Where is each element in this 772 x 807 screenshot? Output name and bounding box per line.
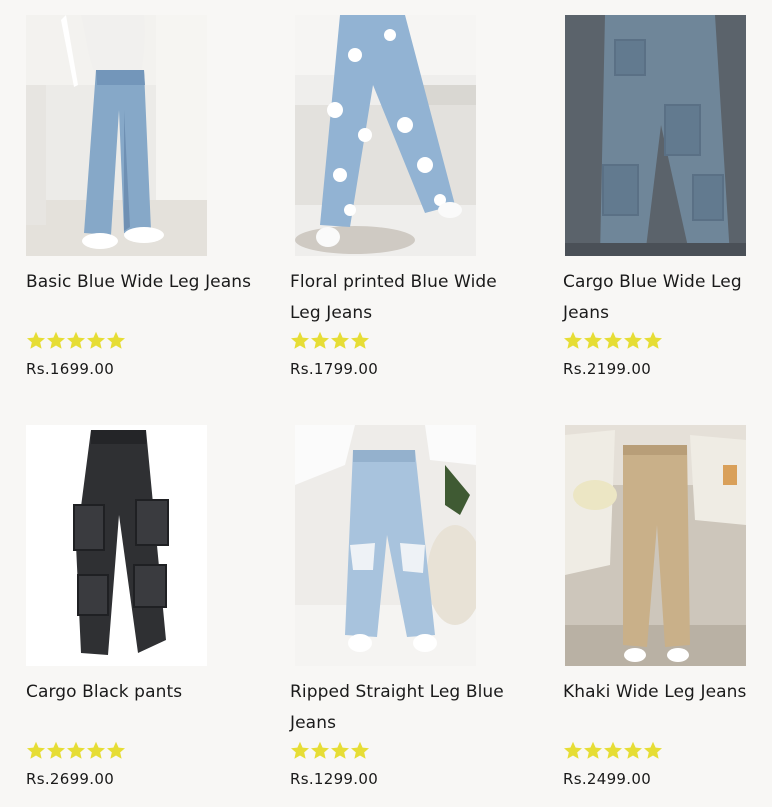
star-icon xyxy=(644,331,662,349)
product-card[interactable]: Basic Blue Wide Leg Jeans Rs.1699.00 xyxy=(26,15,256,378)
star-rating xyxy=(290,331,370,353)
star-icon xyxy=(624,331,642,349)
star-icon xyxy=(27,741,45,759)
star-icon xyxy=(27,331,45,349)
star-icon xyxy=(87,331,105,349)
star-icon xyxy=(87,741,105,759)
star-icon xyxy=(584,331,602,349)
product-price: Rs.2199.00 xyxy=(563,360,652,378)
product-card[interactable]: Khaki Wide Leg Jeans Rs.2499.00 xyxy=(563,425,772,788)
star-icon xyxy=(67,741,85,759)
star-rating xyxy=(26,741,126,763)
star-icon xyxy=(107,331,125,349)
product-price: Rs.1699.00 xyxy=(26,360,115,378)
product-image[interactable] xyxy=(295,425,476,666)
product-image[interactable] xyxy=(565,425,746,666)
product-image[interactable] xyxy=(26,15,207,256)
star-rating xyxy=(563,741,663,763)
product-name[interactable]: Floral printed Blue Wide Leg Jeans xyxy=(290,267,520,329)
star-icon xyxy=(311,331,329,349)
star-rating xyxy=(290,741,370,763)
star-icon xyxy=(67,331,85,349)
product-price: Rs.1799.00 xyxy=(290,360,379,378)
star-icon xyxy=(331,331,349,349)
product-card[interactable]: Cargo Blue Wide Leg Jeans Rs.2199.00 xyxy=(563,15,772,378)
product-image[interactable] xyxy=(26,425,207,666)
star-icon xyxy=(47,331,65,349)
star-icon xyxy=(604,741,622,759)
product-card[interactable]: Ripped Straight Leg Blue Jeans Rs.1299.0… xyxy=(290,425,520,788)
star-icon xyxy=(107,741,125,759)
star-icon xyxy=(564,331,582,349)
star-icon xyxy=(351,741,369,759)
star-icon xyxy=(331,741,349,759)
product-card[interactable]: Floral printed Blue Wide Leg Jeans Rs.17… xyxy=(290,15,520,378)
product-name[interactable]: Cargo Black pants xyxy=(26,677,256,708)
star-icon xyxy=(47,741,65,759)
star-icon xyxy=(291,741,309,759)
star-icon xyxy=(564,741,582,759)
product-name[interactable]: Basic Blue Wide Leg Jeans xyxy=(26,267,256,298)
star-icon xyxy=(604,331,622,349)
product-card[interactable]: Cargo Black pants Rs.2699.00 xyxy=(26,425,256,788)
star-icon xyxy=(584,741,602,759)
product-name[interactable]: Ripped Straight Leg Blue Jeans xyxy=(290,677,520,739)
star-icon xyxy=(291,331,309,349)
star-rating xyxy=(563,331,663,353)
star-icon xyxy=(311,741,329,759)
product-grid: Basic Blue Wide Leg Jeans Rs.1699.00 Flo… xyxy=(0,0,772,807)
product-image[interactable] xyxy=(295,15,476,256)
product-price: Rs.1299.00 xyxy=(290,770,379,788)
product-name[interactable]: Khaki Wide Leg Jeans xyxy=(563,677,772,708)
product-price: Rs.2699.00 xyxy=(26,770,115,788)
star-icon xyxy=(351,331,369,349)
star-icon xyxy=(644,741,662,759)
product-name[interactable]: Cargo Blue Wide Leg Jeans xyxy=(563,267,772,329)
star-icon xyxy=(624,741,642,759)
product-price: Rs.2499.00 xyxy=(563,770,652,788)
star-rating xyxy=(26,331,126,353)
product-image[interactable] xyxy=(565,15,746,256)
